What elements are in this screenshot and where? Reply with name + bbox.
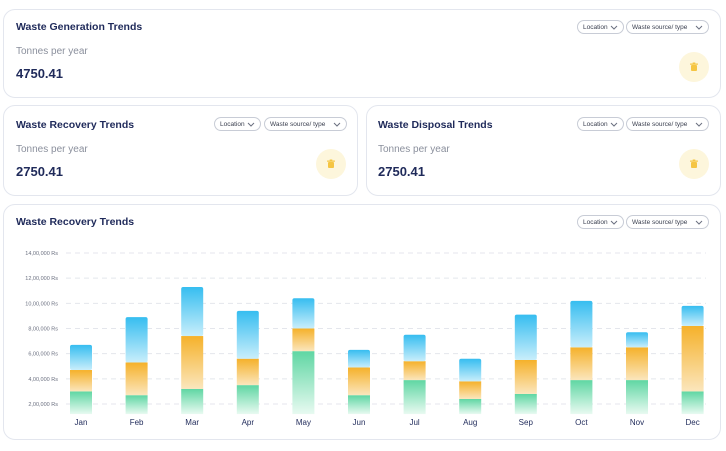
bar-green-segment[interactable] bbox=[459, 398, 482, 415]
bar-green-segment[interactable] bbox=[570, 380, 593, 415]
y-tick-label: 2,00,000 Rs bbox=[28, 402, 58, 408]
bar-green-segment[interactable] bbox=[626, 380, 648, 415]
bar-green-segment[interactable] bbox=[181, 388, 204, 415]
bar-blue-segment[interactable] bbox=[348, 349, 370, 368]
bar-orange-segment[interactable] bbox=[292, 328, 315, 352]
x-tick-label: Aug bbox=[463, 418, 477, 427]
x-tick-label: Jul bbox=[409, 418, 419, 427]
bar-orange-segment[interactable] bbox=[236, 358, 259, 386]
bar-green-segment[interactable] bbox=[681, 391, 704, 415]
bar-blue-segment[interactable] bbox=[514, 314, 537, 360]
bar-blue-segment[interactable] bbox=[403, 334, 426, 362]
x-tick-label: Oct bbox=[575, 418, 588, 427]
x-tick-label: Sep bbox=[519, 418, 534, 427]
bar-orange-segment[interactable] bbox=[570, 347, 593, 381]
x-tick-label: Mar bbox=[185, 418, 199, 427]
y-tick-label: 14,00,000 Rs bbox=[25, 251, 58, 257]
bar-orange-segment[interactable] bbox=[348, 367, 370, 396]
bar-green-segment[interactable] bbox=[292, 351, 315, 415]
bar-green-segment[interactable] bbox=[514, 393, 537, 415]
bar-green-segment[interactable] bbox=[70, 391, 92, 415]
y-tick-label: 10,00,000 Rs bbox=[25, 301, 58, 307]
x-tick-label: Feb bbox=[130, 418, 144, 427]
bar-orange-segment[interactable] bbox=[70, 370, 92, 392]
bar-blue-segment[interactable] bbox=[292, 298, 315, 329]
bar-blue-segment[interactable] bbox=[626, 332, 648, 348]
x-tick-label: Jan bbox=[75, 418, 88, 427]
bar-blue-segment[interactable] bbox=[459, 358, 482, 382]
x-tick-label: Dec bbox=[685, 418, 699, 427]
y-tick-label: 4,00,000 Rs bbox=[28, 377, 58, 383]
bar-blue-segment[interactable] bbox=[125, 317, 148, 363]
x-tick-label: Apr bbox=[242, 418, 255, 427]
bar-orange-segment[interactable] bbox=[125, 362, 148, 396]
bar-blue-segment[interactable] bbox=[181, 286, 204, 337]
y-tick-label: 12,00,000 Rs bbox=[25, 276, 58, 282]
y-tick-label: 6,00,000 Rs bbox=[28, 352, 58, 358]
bar-blue-segment[interactable] bbox=[70, 344, 92, 371]
bar-orange-segment[interactable] bbox=[514, 359, 537, 394]
bar-orange-segment[interactable] bbox=[459, 381, 482, 399]
x-tick-label: Nov bbox=[630, 418, 644, 427]
bar-green-segment[interactable] bbox=[403, 380, 426, 415]
y-tick-label: 8,00,000 Rs bbox=[28, 327, 58, 333]
bar-green-segment[interactable] bbox=[236, 385, 259, 415]
x-tick-label: Jun bbox=[353, 418, 366, 427]
bar-green-segment[interactable] bbox=[125, 395, 148, 415]
bar-orange-segment[interactable] bbox=[181, 336, 204, 389]
bar-blue-segment[interactable] bbox=[681, 305, 704, 326]
bar-orange-segment[interactable] bbox=[403, 361, 426, 381]
bar-orange-segment[interactable] bbox=[681, 325, 704, 392]
bar-blue-segment[interactable] bbox=[236, 310, 259, 359]
bar-orange-segment[interactable] bbox=[626, 347, 648, 381]
recovery-bar-chart: 2,00,000 Rs 4,00,000 Rs 6,00,000 Rs 8,00,00… bbox=[25, 251, 706, 427]
x-tick-label: May bbox=[296, 418, 311, 427]
bar-green-segment[interactable] bbox=[348, 395, 370, 415]
bar-blue-segment[interactable] bbox=[570, 300, 593, 348]
